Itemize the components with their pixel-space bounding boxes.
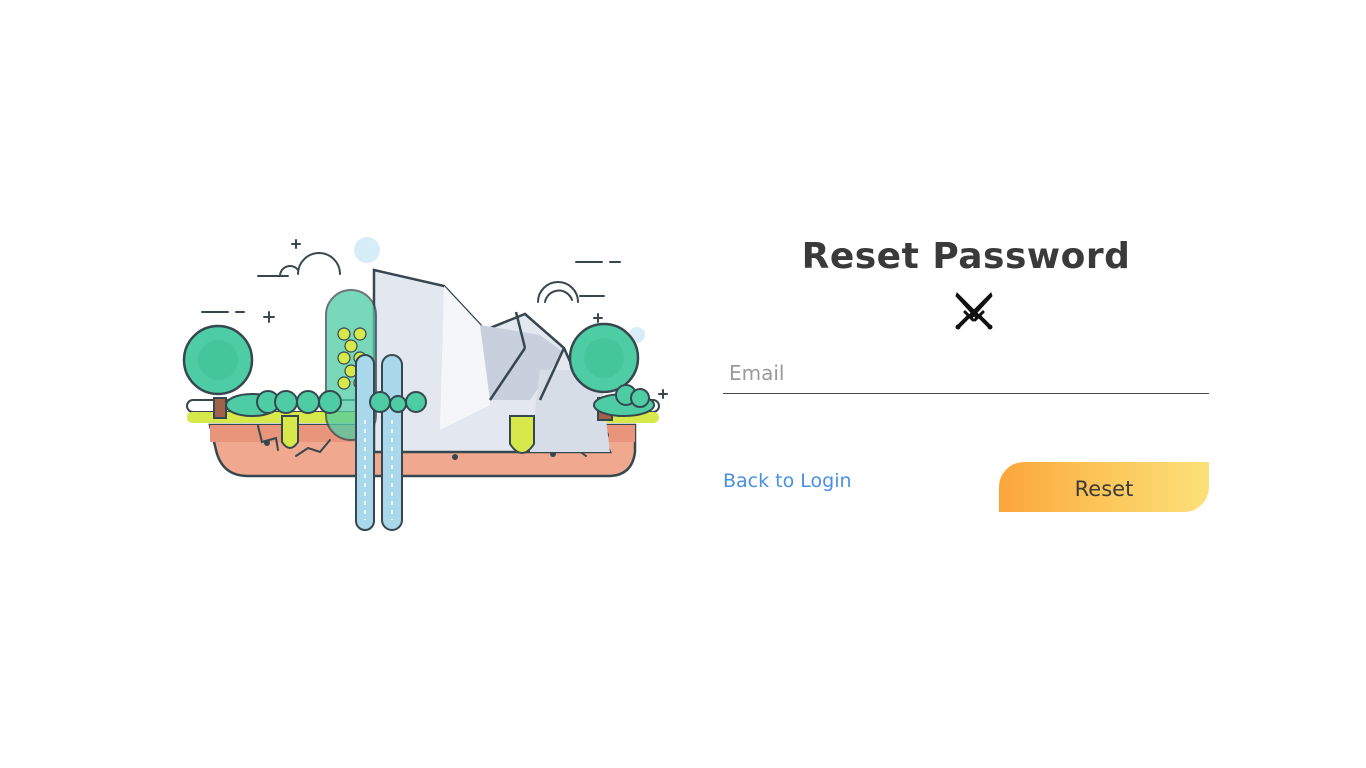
crossed-swords-icon — [953, 290, 995, 332]
reset-button[interactable]: Reset — [999, 462, 1209, 512]
reset-password-page: Reset Password Back to Login Re — [0, 0, 1366, 768]
page-title: Reset Password — [801, 236, 1131, 277]
reset-password-form: Reset Password Back to Login Re — [723, 230, 1209, 520]
floating-island-illustration — [180, 230, 672, 535]
back-to-login-link[interactable]: Back to Login — [723, 470, 852, 492]
email-field[interactable] — [723, 352, 1209, 394]
